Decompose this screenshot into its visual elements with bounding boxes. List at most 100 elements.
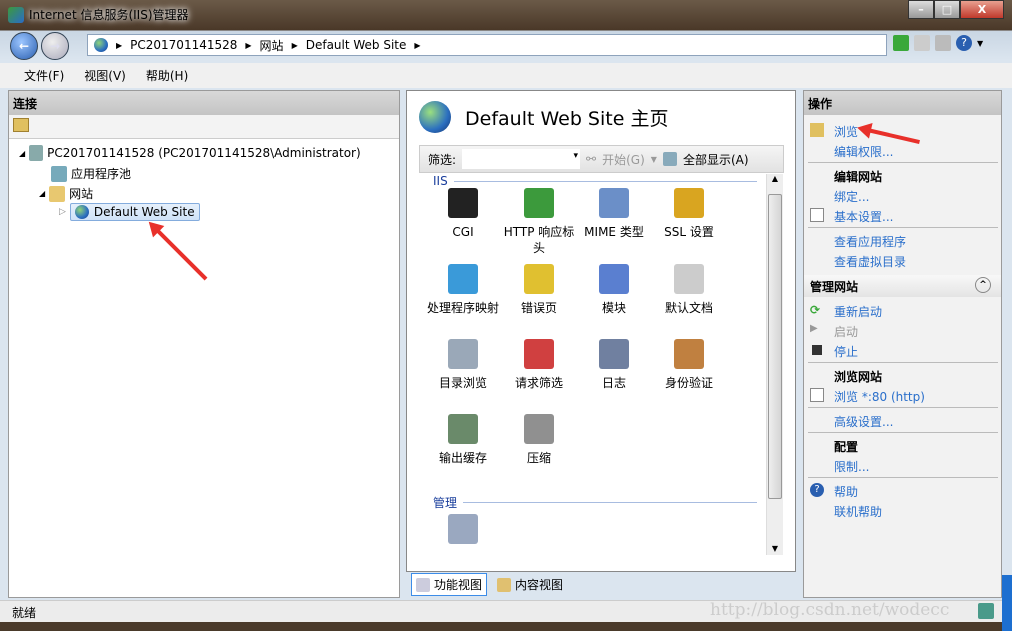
feature-item[interactable]: 请求筛选 — [501, 339, 577, 391]
tree-node-app-pools[interactable]: 应用程序池 — [51, 165, 131, 182]
feature-item[interactable]: MIME 类型 — [576, 188, 652, 240]
error-pages-icon — [524, 264, 554, 294]
filter-bar: 筛选: ⚯ 开始(G) ▼ 全部显示(A) — [419, 145, 784, 173]
feature-label: 身份验证 — [664, 376, 713, 390]
stop-icon[interactable] — [914, 35, 930, 51]
limits-link[interactable]: 限制... — [834, 458, 869, 475]
feature-item[interactable]: 日志 — [576, 339, 652, 391]
browse-web-icon — [810, 388, 824, 402]
go-button[interactable]: 开始(G) — [602, 151, 645, 168]
feature-label: 输出缓存 — [438, 451, 487, 465]
feature-item[interactable]: SSL 设置 — [651, 188, 727, 240]
tab-label: 功能视图 — [434, 578, 483, 592]
stop-link[interactable]: 停止 — [834, 343, 858, 360]
tree-node-default-web-site[interactable]: ▷ Default Web Site — [59, 203, 200, 221]
feature-item[interactable]: 压缩 — [501, 414, 577, 466]
cgi-icon — [448, 188, 478, 218]
start-link[interactable]: 启动 — [834, 323, 858, 340]
feature-item[interactable]: 默认文档 — [651, 264, 727, 316]
close-button[interactable]: X — [960, 0, 1004, 19]
manage-site-header: 管理网站 ^ — [804, 275, 1001, 297]
maximize-button[interactable]: □ — [934, 0, 960, 19]
feature-label: SSL 设置 — [664, 225, 714, 239]
window: Internet 信息服务(IIS)管理器 – □ X ← → ▶ PC20170… — [0, 0, 1012, 631]
menu-file[interactable]: 文件(F) — [14, 67, 74, 84]
menu-help[interactable]: 帮助(H) — [136, 67, 198, 84]
feature-item[interactable]: HTTP 响应标头 — [501, 188, 577, 256]
show-all-icon — [662, 152, 677, 166]
breadcrumb-server[interactable]: PC201701141528 — [130, 38, 237, 52]
menu-view[interactable]: 视图(V) — [74, 67, 136, 84]
authentication-icon — [674, 339, 704, 369]
tab-label: 内容视图 — [515, 578, 564, 592]
breadcrumb-sites[interactable]: 网站 — [260, 37, 284, 54]
group-title: IIS — [433, 174, 448, 188]
page-title: Default Web Site 主页 — [465, 107, 669, 130]
advanced-settings-link[interactable]: 高级设置... — [834, 413, 893, 430]
tree-node-server[interactable]: ◢ PC201701141528 (PC201701141528\Administ… — [19, 145, 361, 161]
back-button[interactable]: ← — [10, 32, 38, 60]
dropdown-icon[interactable]: ▼ — [651, 155, 657, 164]
feature-label: 错误页 — [520, 301, 557, 315]
mime-types-icon — [599, 188, 629, 218]
chevron-right-icon: ▶ — [116, 40, 123, 50]
breadcrumb-site[interactable]: Default Web Site — [306, 38, 407, 52]
filter-label: 筛选: — [428, 152, 457, 167]
features-list: IIS CGI HTTP 响应标头 MIME 类型 SSL 设置处理程序映射 错误页 模块 默… — [419, 174, 771, 554]
dropdown-icon[interactable]: ▼ — [977, 39, 983, 48]
help-icon: ? — [810, 483, 824, 497]
feature-label: HTTP 响应标头 — [503, 225, 575, 255]
edit-permissions-link[interactable]: 编辑权限... — [834, 143, 893, 160]
app-pool-icon — [51, 165, 67, 182]
binoculars-icon: ⚯ — [586, 152, 597, 166]
online-help-link[interactable]: 联机帮助 — [834, 503, 882, 520]
collapse-icon[interactable]: ◢ — [39, 189, 45, 198]
feature-item[interactable]: 错误页 — [501, 264, 577, 316]
restart-icon: ⟳ — [810, 303, 821, 317]
refresh-icon[interactable] — [893, 35, 909, 51]
configure-heading: 配置 — [834, 440, 859, 454]
feature-label: 默认文档 — [664, 301, 713, 315]
minimize-button[interactable]: – — [908, 0, 934, 19]
help-icon[interactable]: ? — [956, 35, 972, 51]
features-view-tab[interactable]: 功能视图 — [411, 573, 488, 596]
vertical-scrollbar[interactable]: ▲ ▼ — [766, 174, 783, 555]
feature-item[interactable]: 目录浏览 — [425, 339, 501, 391]
collapse-section-icon[interactable]: ^ — [975, 277, 991, 293]
feature-item[interactable] — [425, 514, 501, 550]
feature-item[interactable]: CGI — [425, 188, 501, 240]
feature-item[interactable]: 输出缓存 — [425, 414, 501, 466]
http-headers-icon — [524, 188, 554, 218]
filter-input[interactable] — [462, 149, 581, 169]
content-view-tab[interactable]: 内容视图 — [493, 573, 567, 596]
directory-browsing-icon — [448, 339, 478, 369]
help-link[interactable]: 帮助 — [834, 483, 858, 500]
home-icon[interactable] — [935, 35, 951, 51]
browse-port-80-link[interactable]: 浏览 *:80 (http) — [834, 388, 925, 405]
feature-item[interactable]: 身份验证 — [651, 339, 727, 391]
feature-label: 请求筛选 — [514, 376, 563, 390]
content-view-icon — [497, 577, 512, 592]
title-bar: Internet 信息服务(IIS)管理器 — [8, 6, 189, 23]
browse-link[interactable]: 浏览 — [834, 123, 858, 140]
feature-item[interactable]: 处理程序映射 — [425, 264, 501, 316]
view-applications-link[interactable]: 查看应用程序 — [834, 233, 906, 250]
show-all-button[interactable]: 全部显示(A) — [683, 151, 749, 168]
tree-node-sites[interactable]: ◢ 网站 — [39, 185, 93, 202]
address-bar[interactable]: ▶ PC201701141528 ▶ 网站 ▶ Default Web Site ▶ — [87, 34, 887, 56]
feature-label: MIME 类型 — [584, 225, 644, 239]
scroll-thumb[interactable] — [768, 194, 782, 499]
restart-link[interactable]: 重新启动 — [834, 303, 882, 320]
chevron-right-icon[interactable]: ▶ — [414, 41, 420, 50]
expand-icon[interactable]: ▷ — [59, 207, 66, 217]
forward-button[interactable]: → — [41, 32, 69, 60]
iis-app-icon — [8, 6, 24, 23]
collapse-icon[interactable]: ◢ — [19, 149, 25, 158]
bindings-link[interactable]: 绑定... — [834, 188, 869, 205]
section-title: 管理网站 — [810, 280, 859, 294]
feature-item[interactable]: 模块 — [576, 264, 652, 316]
view-virtual-directories-link[interactable]: 查看虚拟目录 — [834, 253, 906, 270]
basic-settings-link[interactable]: 基本设置... — [834, 208, 893, 225]
default-document-icon — [674, 264, 704, 294]
create-connection-icon[interactable] — [13, 118, 29, 132]
